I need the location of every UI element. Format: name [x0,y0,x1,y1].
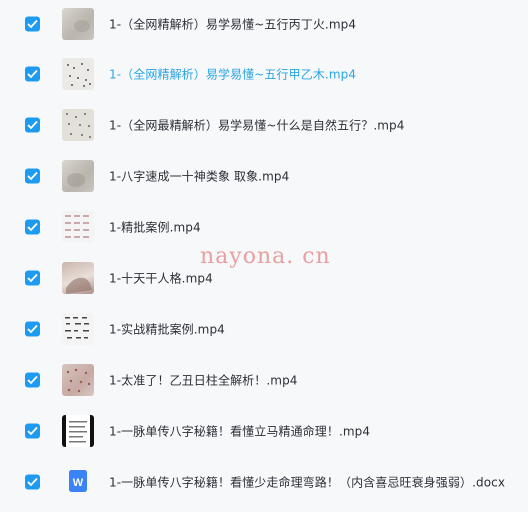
file-name[interactable]: 1-一脉单传八字秘籍！看懂立马精通命理！.mp4 [109,422,370,439]
list-item[interactable]: 1-（全网最精解析）易学易懂~什么是自然五行？.mp4 [0,99,528,150]
checkbox-checked[interactable] [25,270,40,285]
video-thumbnail [62,363,94,396]
check-icon [27,222,38,231]
video-thumbnail [62,159,94,192]
list-item[interactable]: 1-八字速成一十神类象 取象.mp4 [0,150,528,201]
list-item[interactable]: 1-实战精批案例.mp4 [0,303,528,354]
svg-text:W: W [73,477,84,489]
check-icon [27,19,38,29]
video-thumbnail [62,108,94,141]
file-name[interactable]: 1-精批案例.mp4 [109,218,201,235]
list-item[interactable]: 1-（全网精解析）易学易懂~五行丙丁火.mp4 [0,0,528,48]
check-icon [27,375,38,384]
checkbox-checked[interactable] [25,66,40,81]
checkbox-checked[interactable] [25,117,40,132]
file-name[interactable]: 1-（全网精解析）易学易懂~五行甲乙木.mp4 [109,65,356,82]
file-name[interactable]: 1-（全网最精解析）易学易懂~什么是自然五行？.mp4 [109,116,404,133]
checkbox-checked[interactable] [25,168,40,183]
list-item[interactable]: 1-（全网精解析）易学易懂~五行甲乙木.mp4 [0,48,528,99]
video-thumbnail [62,261,94,294]
list-item[interactable]: 1-一脉单传八字秘籍！看懂立马精通命理！.mp4 [0,405,528,456]
check-icon [27,426,38,435]
checkbox-checked[interactable] [25,474,40,489]
video-thumbnail [62,312,94,345]
file-name[interactable]: 1-八字速成一十神类象 取象.mp4 [109,167,289,184]
checkbox-checked[interactable] [25,321,40,336]
video-thumbnail [62,57,94,90]
watermark-text: nayona. cn [200,244,331,269]
list-item[interactable]: W 1-一脉单传八字秘籍！看懂少走命理弯路！（内含喜忌旺衰身强弱）.docx [0,456,528,507]
video-thumbnail [62,414,94,447]
check-icon [27,171,38,180]
file-name[interactable]: 1-实战精批案例.mp4 [109,320,225,337]
check-icon [27,273,38,282]
video-thumbnail [62,8,94,40]
file-name[interactable]: 1-（全网精解析）易学易懂~五行丙丁火.mp4 [109,16,356,33]
video-thumbnail [62,210,94,243]
checkbox-checked[interactable] [25,16,40,32]
check-icon [27,324,38,333]
file-name[interactable]: 1-太准了！乙丑日柱全解析！.mp4 [109,371,298,388]
file-name[interactable]: 1-十天干人格.mp4 [109,269,213,286]
list-item[interactable]: 1-太准了！乙丑日柱全解析！.mp4 [0,354,528,405]
checkbox-checked[interactable] [25,423,40,438]
checkbox-checked[interactable] [25,219,40,234]
check-icon [27,477,38,486]
word-document-icon: W [62,466,94,498]
check-icon [27,120,38,129]
checkbox-checked[interactable] [25,372,40,387]
check-icon [27,69,38,78]
file-name[interactable]: 1-一脉单传八字秘籍！看懂少走命理弯路！（内含喜忌旺衰身强弱）.docx [109,473,505,490]
